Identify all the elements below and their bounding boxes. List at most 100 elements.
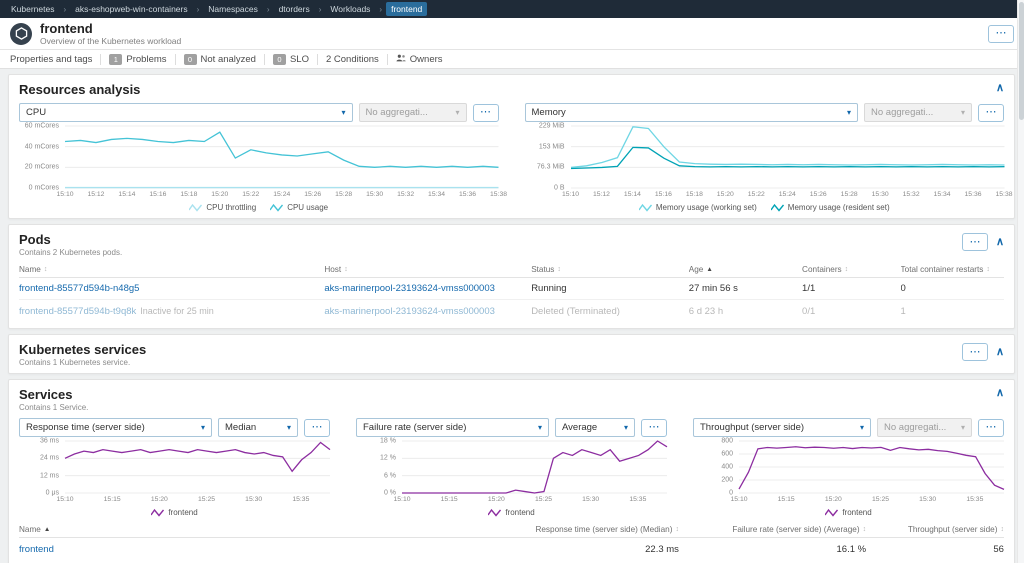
- cpu-aggregation-value: No aggregati...: [366, 107, 428, 118]
- failure-chart-y-axis: 18 %12 %6 %0 %: [356, 441, 402, 493]
- tab-slo[interactable]: 0 SLO: [273, 54, 309, 65]
- x-axis-label: 15:36: [459, 191, 476, 198]
- column-header-name[interactable]: Name↕: [19, 265, 324, 274]
- pod-name-link[interactable]: frontend-85577d594b-n48g5: [19, 283, 139, 294]
- column-header-restarts[interactable]: Total container restarts↕: [901, 265, 1004, 274]
- cpu-metric-selector[interactable]: CPU ▾: [19, 103, 353, 122]
- breadcrumb-item-cluster[interactable]: aks-eshopweb-win-containers: [70, 2, 192, 16]
- resources-collapse-button[interactable]: ∧: [996, 83, 1004, 93]
- response-time-chart[interactable]: [65, 441, 330, 493]
- kubernetes-services-more-button[interactable]: ⋯: [962, 343, 988, 361]
- memory-chart-legend: Memory usage (working set) Memory usage (…: [525, 203, 1005, 212]
- kubernetes-services-collapse-button[interactable]: ∧: [996, 347, 1004, 357]
- breadcrumb-item-workloads[interactable]: Workloads: [325, 2, 375, 16]
- service-name-link[interactable]: frontend: [19, 544, 54, 555]
- throughput-chart-more-button[interactable]: ⋯: [978, 419, 1004, 437]
- failure-chart-more-button[interactable]: ⋯: [641, 419, 667, 437]
- pod-name-link[interactable]: frontend-85577d594b-t9q8k: [19, 306, 136, 317]
- resources-analysis-title: Resources analysis: [19, 82, 1004, 97]
- x-axis-label: 15:35: [292, 496, 309, 503]
- memory-aggregation-value: No aggregati...: [871, 107, 933, 118]
- pod-age: 6 d 23 h: [689, 306, 802, 317]
- breadcrumb-item-frontend[interactable]: frontend: [386, 2, 427, 16]
- throughput-chart[interactable]: [739, 441, 1004, 493]
- column-header-status[interactable]: Status↕: [531, 265, 689, 274]
- services-collapse-button[interactable]: ∧: [996, 388, 1004, 398]
- chevron-down-icon: ▾: [624, 423, 628, 432]
- column-header-response-time[interactable]: Response time (server side) (Median)↕: [452, 525, 679, 534]
- x-axis-label: 15:18: [180, 191, 197, 198]
- failure-metric-selector[interactable]: Failure rate (server side) ▾: [356, 418, 549, 437]
- cpu-aggregation-selector: No aggregati... ▾: [359, 103, 467, 122]
- tab-not-analyzed-label: Not analyzed: [201, 54, 256, 65]
- column-header-failure-rate[interactable]: Failure rate (server side) (Average)↕: [679, 525, 866, 534]
- column-header-containers[interactable]: Containers↕: [802, 265, 901, 274]
- table-row: frontend-85577d594b-t9q8kInactive for 25…: [19, 300, 1004, 322]
- services-card: Services Contains 1 Service. ∧ Response …: [8, 379, 1015, 563]
- failure-rate-chart[interactable]: [402, 441, 667, 493]
- column-header-age[interactable]: Age▲: [689, 265, 802, 274]
- host-link[interactable]: aks-marinerpool-23193624-vmss000003: [324, 283, 495, 294]
- tab-properties-and-tags[interactable]: Properties and tags: [10, 54, 92, 65]
- failure-aggregation-selector[interactable]: Average ▾: [555, 418, 635, 437]
- header-more-button[interactable]: ⋯: [988, 25, 1014, 43]
- column-header-host[interactable]: Host↕: [324, 265, 531, 274]
- x-axis-label: 15:24: [779, 191, 796, 198]
- pods-subtitle: Contains 2 Kubernetes pods.: [19, 248, 1004, 257]
- throughput-metric-selector[interactable]: Throughput (server side) ▾: [693, 418, 871, 437]
- legend-item-frontend[interactable]: frontend: [488, 508, 534, 517]
- x-axis-label: 15:28: [335, 191, 352, 198]
- page-header: frontend Overview of the Kubernetes work…: [0, 18, 1024, 50]
- response-chart-more-button[interactable]: ⋯: [304, 419, 330, 437]
- chevron-down-icon: ▾: [538, 423, 542, 432]
- response-metric-selector[interactable]: Response time (server side) ▾: [19, 418, 212, 437]
- breadcrumb-item-kubernetes[interactable]: Kubernetes: [6, 2, 59, 16]
- host-link[interactable]: aks-marinerpool-23193624-vmss000003: [324, 306, 495, 317]
- tab-problems[interactable]: 1 Problems: [109, 54, 166, 65]
- memory-metric-value: Memory: [532, 107, 566, 118]
- x-axis-label: 15:30: [366, 191, 383, 198]
- tab-bar: Properties and tags 1 Problems 0 Not ana…: [0, 50, 1024, 69]
- x-axis-label: 15:25: [198, 496, 215, 503]
- tab-conditions[interactable]: 2 Conditions: [326, 54, 379, 65]
- legend-item-frontend[interactable]: frontend: [825, 508, 871, 517]
- memory-metric-selector[interactable]: Memory ▾: [525, 103, 859, 122]
- cpu-chart[interactable]: [65, 126, 499, 188]
- x-axis-label: 15:10: [56, 191, 73, 198]
- x-axis-label: 15:32: [397, 191, 414, 198]
- kubernetes-services-card: Kubernetes services Contains 1 Kubernete…: [8, 334, 1015, 374]
- legend-item-memory-usage-working-set-[interactable]: Memory usage (working set): [639, 203, 757, 212]
- breadcrumb: Kubernetes › aks-eshopweb-win-containers…: [0, 0, 1024, 18]
- column-header-service-name[interactable]: Name▲: [19, 525, 452, 534]
- pods-collapse-button[interactable]: ∧: [996, 237, 1004, 247]
- pods-more-button[interactable]: ⋯: [962, 233, 988, 251]
- cpu-chart-more-button[interactable]: ⋯: [473, 104, 499, 122]
- breadcrumb-item-namespaces[interactable]: Namespaces: [203, 2, 263, 16]
- memory-chart[interactable]: [571, 126, 1005, 188]
- legend-item-memory-usage-resident-set-[interactable]: Memory usage (resident set): [771, 203, 890, 212]
- chevron-down-icon: ▾: [860, 423, 864, 432]
- tab-not-analyzed[interactable]: 0 Not analyzed: [184, 54, 256, 65]
- pod-status: Deleted (Terminated): [531, 306, 689, 317]
- tab-owners[interactable]: Owners: [396, 54, 443, 65]
- breadcrumb-item-dtorders[interactable]: dtorders: [274, 2, 315, 16]
- sort-icon: ↕: [1000, 526, 1004, 533]
- column-header-throughput[interactable]: Throughput (server side)↕: [866, 525, 1004, 534]
- x-axis-label: 15:30: [245, 496, 262, 503]
- y-axis-label: 18 %: [380, 438, 396, 445]
- legend-item-cpu-usage[interactable]: CPU usage: [270, 203, 328, 212]
- pod-age: 27 min 56 s: [689, 283, 802, 294]
- slo-count-badge: 0: [273, 54, 286, 65]
- response-chart-y-axis: 36 ms24 ms12 ms0 μs: [19, 441, 65, 493]
- response-aggregation-selector[interactable]: Median ▾: [218, 418, 298, 437]
- legend-item-frontend[interactable]: frontend: [151, 508, 197, 517]
- memory-chart-more-button[interactable]: ⋯: [978, 104, 1004, 122]
- legend-item-cpu-throttling[interactable]: CPU throttling: [189, 203, 256, 212]
- scrollbar-thumb[interactable]: [1019, 2, 1024, 120]
- x-axis-label: 15:35: [966, 496, 983, 503]
- pods-table: Name↕ Host↕ Status↕ Age▲ Containers↕ Tot…: [19, 262, 1004, 322]
- scrollbar[interactable]: [1017, 0, 1024, 563]
- cpu-metric-value: CPU: [26, 107, 46, 118]
- x-axis-label: 15:35: [629, 496, 646, 503]
- not-analyzed-count-badge: 0: [184, 54, 197, 65]
